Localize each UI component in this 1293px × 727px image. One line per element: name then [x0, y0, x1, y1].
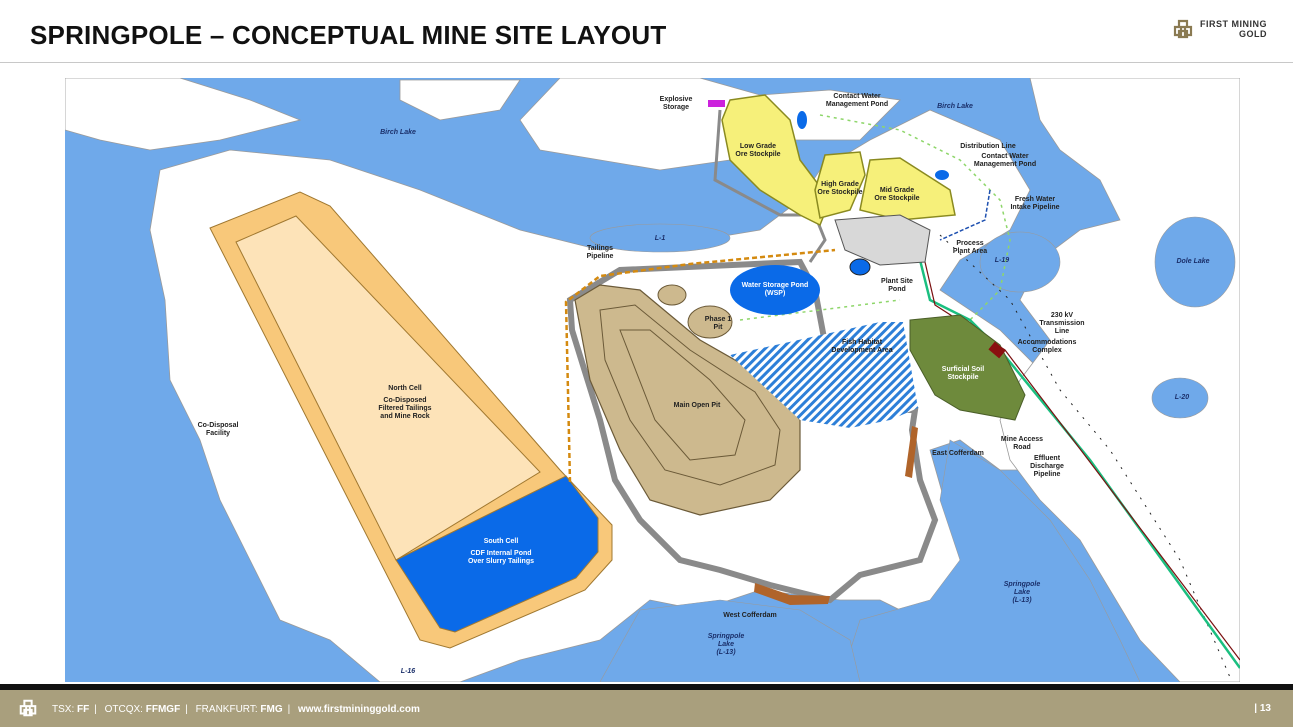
label-accommodations-2: Complex	[1032, 347, 1062, 354]
label-soil-2: Stockpile	[947, 374, 978, 381]
label-contact-water-2b: Management Pond	[974, 161, 1036, 168]
contact-water-pond-2	[935, 170, 949, 180]
label-tailings-pipeline: Tailings	[587, 245, 613, 252]
label-contact-water-2: Contact Water	[981, 153, 1028, 160]
label-plant-site-pond: Plant Site	[881, 278, 913, 285]
label-dole-lake: Dole Lake	[1176, 258, 1209, 265]
label-fresh-water-2: Intake Pipeline	[1010, 204, 1059, 211]
label-north-cell-3: Filtered Tailings	[378, 405, 431, 412]
tsx-label: TSX:	[52, 704, 75, 715]
explosive-storage	[708, 100, 725, 107]
label-tailings-pipeline-2: Pipeline	[587, 253, 614, 260]
slide-title: SPRINGPOLE – CONCEPTUAL MINE SITE LAYOUT	[30, 20, 667, 50]
label-west-cofferdam: West Cofferdam	[723, 612, 777, 619]
label-mine-access-2: Road	[1013, 444, 1031, 451]
website-link[interactable]: www.firstmininggold.com	[298, 704, 420, 715]
company-logo: FIRST MINING GOLD	[1172, 18, 1267, 40]
label-process-plant: Process	[956, 240, 983, 247]
label-springpole-east-3: (L-13)	[1012, 597, 1032, 604]
label-explosive-storage-2: Storage	[663, 104, 689, 111]
label-plant-site-pond-2: Pond	[888, 286, 906, 293]
label-birch-lake-1: Birch Lake	[937, 103, 973, 110]
label-south-cell-3: Over Slurry Tailings	[468, 558, 534, 565]
logo-line-1: FIRST MINING	[1200, 19, 1267, 29]
knot-logo-icon	[19, 699, 37, 717]
label-process-plant-2: Plant Area	[953, 248, 987, 255]
label-fish-habitat-2: Development Area	[831, 347, 892, 354]
label-wsp: Water Storage Pond	[742, 282, 809, 289]
label-main-pit: Main Open Pit	[674, 402, 721, 409]
knot-logo-icon	[1173, 19, 1193, 39]
label-fish-habitat: Fish Habitat	[842, 339, 883, 346]
label-transmission-2: Transmission	[1039, 320, 1084, 327]
otcqx-label: OTCQX:	[104, 704, 143, 715]
label-east-cofferdam: East Cofferdam	[932, 450, 984, 457]
label-l20: L-20	[1175, 394, 1190, 401]
label-south-cell-2: CDF Internal Pond	[470, 550, 531, 557]
label-mid-grade-2: Ore Stockpile	[874, 195, 919, 202]
label-effluent-3: Pipeline	[1034, 471, 1061, 478]
page-number: | 13	[1254, 703, 1271, 714]
label-co-disposal-2: Facility	[206, 430, 230, 437]
label-springpole-south: Springpole	[708, 633, 745, 640]
label-effluent: Effluent	[1034, 455, 1061, 462]
label-transmission: 230 kV	[1051, 312, 1074, 319]
label-wsp-2: (WSP)	[765, 290, 786, 297]
slide-footer: TSX: FF | OTCQX: FFMGF | FRANKFURT: FMG | w…	[0, 690, 1293, 727]
label-accommodations: Accommodations	[1018, 339, 1077, 346]
label-effluent-2: Discharge	[1030, 463, 1064, 470]
label-l1: L-1	[655, 235, 666, 242]
label-north-cell-2: Co-Disposed	[383, 397, 426, 404]
label-north-cell: North Cell	[388, 385, 422, 392]
label-phase1: Phase 1	[705, 316, 732, 323]
label-springpole-south-2: Lake	[718, 641, 734, 648]
label-distribution-line: Distribution Line	[960, 143, 1016, 150]
frankfurt-ticker: FMG	[260, 704, 283, 715]
phase-1-pit-north	[657, 284, 687, 306]
label-birch-lake-2: Birch Lake	[380, 129, 416, 136]
ticker-info: TSX: FF | OTCQX: FFMGF | FRANKFURT: FMG | w…	[52, 704, 420, 715]
label-south-cell: South Cell	[484, 538, 519, 545]
label-soil: Surficial Soil	[942, 366, 984, 373]
label-mine-access: Mine Access	[1001, 436, 1043, 443]
label-contact-water-1: Contact Water	[833, 93, 880, 100]
label-springpole-east: Springpole	[1004, 581, 1041, 588]
label-high-grade: High Grade	[821, 181, 859, 188]
label-l16: L-16	[401, 668, 416, 675]
mine-site-map: Explosive Storage Contact Water Manageme…	[65, 78, 1240, 682]
slide-header: SPRINGPOLE – CONCEPTUAL MINE SITE LAYOUT…	[0, 0, 1293, 63]
label-high-grade-2: Ore Stockpile	[817, 189, 862, 196]
label-mid-grade: Mid Grade	[880, 187, 914, 194]
label-low-grade: Low Grade	[740, 143, 776, 150]
label-fresh-water: Fresh Water	[1015, 196, 1055, 203]
label-north-cell-4: and Mine Rock	[380, 413, 430, 420]
logo-line-2: GOLD	[1239, 29, 1267, 39]
label-low-grade-2: Ore Stockpile	[735, 151, 780, 158]
label-explosive-storage: Explosive	[660, 96, 693, 103]
label-springpole-east-2: Lake	[1014, 589, 1030, 596]
label-l19: L-19	[995, 257, 1010, 264]
label-contact-water-1b: Management Pond	[826, 101, 888, 108]
label-phase1-2: Pit	[714, 324, 724, 331]
contact-water-pond-1	[797, 111, 807, 129]
plant-site-pond	[849, 258, 871, 276]
label-co-disposal: Co-Disposal	[198, 422, 239, 429]
frankfurt-label: FRANKFURT:	[195, 704, 258, 715]
label-springpole-south-3: (L-13)	[716, 649, 736, 656]
otcqx-ticker: FFMGF	[145, 704, 181, 715]
tsx-ticker: FF	[77, 704, 90, 715]
label-transmission-3: Line	[1055, 328, 1069, 335]
